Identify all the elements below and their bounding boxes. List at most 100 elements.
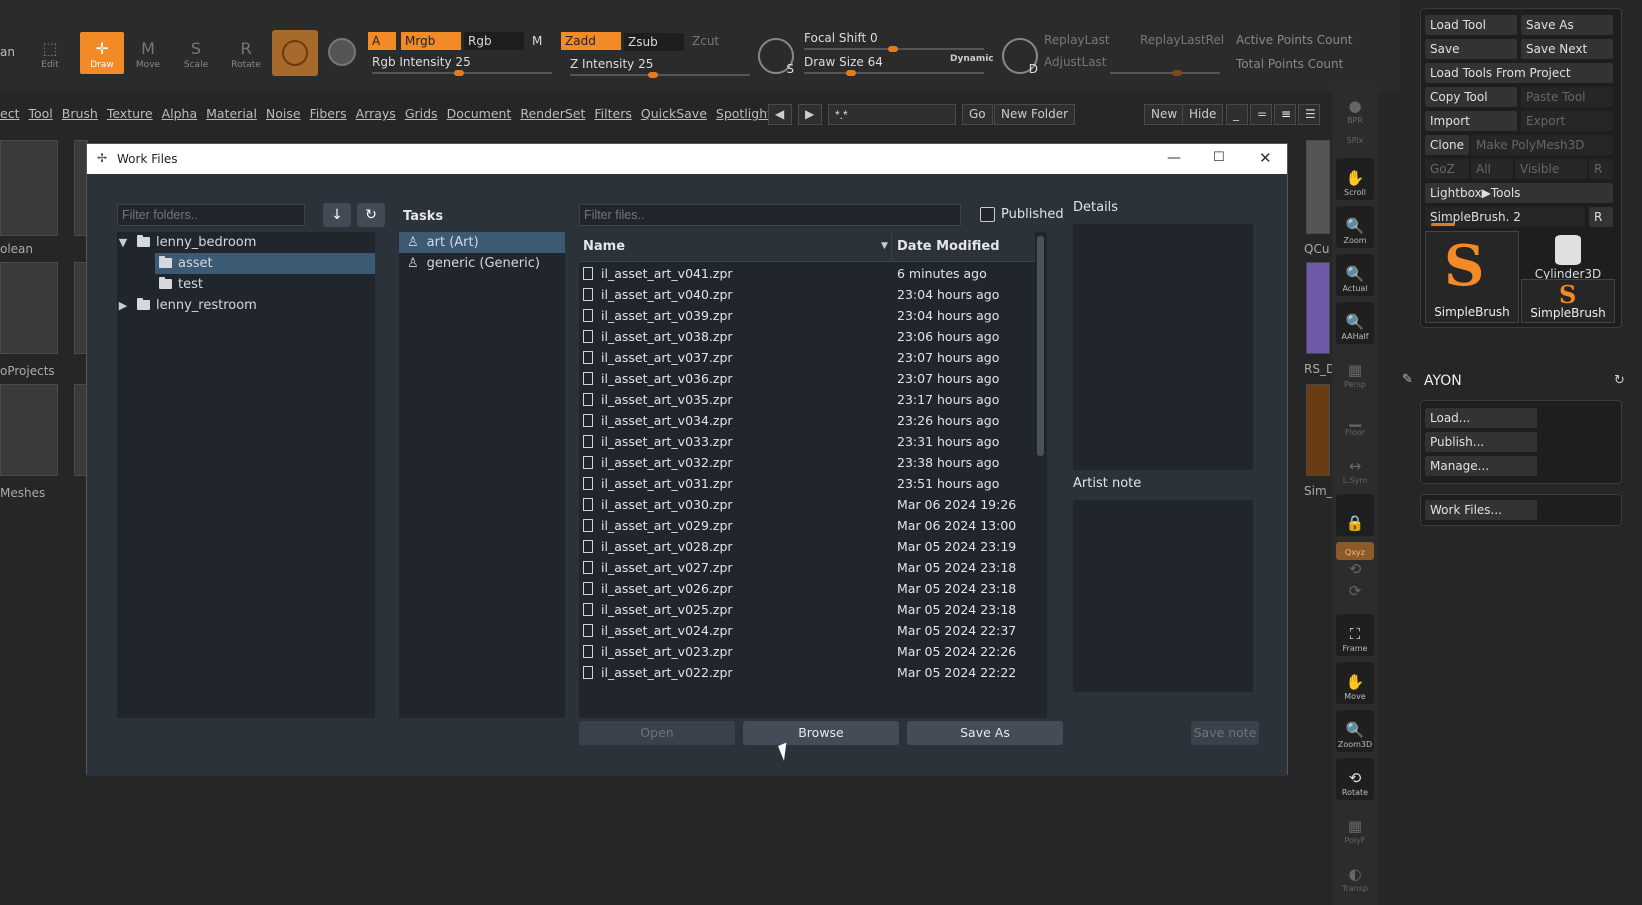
file-row[interactable]: il_asset_art_v037.zpr 23:07 hours ago xyxy=(579,347,1025,368)
tree-item-test[interactable]: test xyxy=(155,274,375,295)
move-button[interactable]: M Move xyxy=(126,32,170,74)
copy-tool-button[interactable]: Copy Tool xyxy=(1425,87,1517,107)
import-button[interactable]: Import xyxy=(1425,111,1517,131)
view-small-icon[interactable]: _ xyxy=(1226,104,1248,125)
tool-thumb-cylinder3d[interactable]: Cylinder3D xyxy=(1521,231,1615,281)
texture-swatch[interactable] xyxy=(328,38,356,66)
polyf-button[interactable]: ▦ PolyF xyxy=(1336,806,1374,848)
file-filter-input[interactable] xyxy=(579,204,961,226)
lightbox-new-button[interactable]: New xyxy=(1144,104,1185,125)
file-row[interactable]: il_asset_art_v027.zpr Mar 05 2024 23:18 xyxy=(579,557,1025,578)
zoom3d-button[interactable]: 🔍 Zoom3D xyxy=(1336,710,1374,752)
menu-item-document[interactable]: Document xyxy=(447,106,512,126)
goz-visible-button[interactable]: Visible xyxy=(1515,159,1587,179)
tool-r-button[interactable]: R xyxy=(1589,207,1613,227)
zcut-chip[interactable]: Zcut xyxy=(688,32,728,50)
column-name[interactable]: Name xyxy=(583,239,625,254)
maximize-icon[interactable]: ☐ xyxy=(1213,150,1225,165)
frame-button[interactable]: ⛶ Frame xyxy=(1336,614,1374,656)
file-row[interactable]: il_asset_art_v033.zpr 23:31 hours ago xyxy=(579,431,1025,452)
replay-last-button[interactable]: ReplayLast xyxy=(1044,33,1110,47)
menu-item-fibers[interactable]: Fibers xyxy=(310,106,347,126)
spix-slider[interactable]: SPix xyxy=(1336,128,1374,148)
menu-item-material[interactable]: Material xyxy=(206,106,257,126)
task-item-art[interactable]: ♙ art (Art) xyxy=(399,232,565,253)
menu-item-texture[interactable]: Texture xyxy=(107,106,153,126)
draw-button[interactable]: ✛ Draw xyxy=(80,32,124,74)
file-row[interactable]: il_asset_art_v025.zpr Mar 05 2024 23:18 xyxy=(579,599,1025,620)
tree-item-lenny-restroom[interactable]: ▶ lenny_restroom xyxy=(117,295,375,316)
view-list-icon[interactable]: ≡ xyxy=(1274,104,1296,125)
menu-item-alpha[interactable]: Alpha xyxy=(162,106,198,126)
clone-button[interactable]: Clone xyxy=(1425,135,1469,155)
lightbox-thumb-qcube[interactable] xyxy=(1306,140,1330,234)
minimize-icon[interactable]: — xyxy=(1167,150,1181,166)
menu-item-preferences[interactable]: ect xyxy=(0,106,19,126)
published-checkbox[interactable] xyxy=(980,207,995,222)
file-row[interactable]: il_asset_art_v039.zpr 23:04 hours ago xyxy=(579,305,1025,326)
menu-item-noise[interactable]: Noise xyxy=(266,106,301,126)
save-as-tool-button[interactable]: Save As xyxy=(1521,15,1613,35)
menu-item-quicksave[interactable]: QuickSave xyxy=(641,106,707,126)
lock-button[interactable]: 🔒 xyxy=(1336,494,1374,536)
goz-all-button[interactable]: All xyxy=(1471,159,1513,179)
load-tool-button[interactable]: Load Tool xyxy=(1425,15,1517,35)
lightbox-thumb-sim[interactable] xyxy=(1306,384,1330,476)
column-date-modified[interactable]: Date Modified xyxy=(897,239,1000,254)
menu-item-renderset[interactable]: RenderSet xyxy=(520,106,585,126)
tree-item-lenny-bedroom[interactable]: ▼ lenny_bedroom xyxy=(117,232,375,253)
dynamic-label[interactable]: Dynamic xyxy=(950,54,994,64)
goz-r-button[interactable]: R xyxy=(1589,159,1613,179)
rgb-chip[interactable]: Rgb xyxy=(464,32,524,50)
zoom-button[interactable]: 🔍 Zoom xyxy=(1336,206,1374,248)
file-row[interactable]: il_asset_art_v022.zpr Mar 05 2024 22:22 xyxy=(579,662,1025,683)
file-row[interactable]: il_asset_art_v040.zpr 23:04 hours ago xyxy=(579,284,1025,305)
ayon-refresh-icon[interactable]: ↻ xyxy=(1614,373,1625,388)
refresh-button[interactable]: ↻ xyxy=(357,203,385,227)
folder-filter-input[interactable] xyxy=(117,204,305,226)
rotate-y-icon[interactable]: ⟲ xyxy=(1336,560,1374,582)
tool-thumb-simplebrush[interactable]: S SimpleBrush xyxy=(1425,231,1519,323)
tree-item-asset[interactable]: asset xyxy=(155,253,375,274)
rotate-button[interactable]: R Rotate xyxy=(224,32,268,74)
material-swatch[interactable] xyxy=(272,30,318,76)
m-chip[interactable]: M xyxy=(528,32,548,50)
menu-item-arrays[interactable]: Arrays xyxy=(356,106,396,126)
menu-item-tool[interactable]: Tool xyxy=(28,106,52,126)
file-row[interactable]: il_asset_art_v041.zpr 6 minutes ago xyxy=(579,263,1025,284)
lightbox-thumb-rs[interactable] xyxy=(1306,262,1330,354)
scale-button[interactable]: S Scale xyxy=(174,32,218,74)
rotate-view-button[interactable]: ⟲ Rotate xyxy=(1336,758,1374,800)
stroke-s-icon[interactable]: S xyxy=(758,38,794,76)
file-row[interactable]: il_asset_art_v024.zpr Mar 05 2024 22:37 xyxy=(579,620,1025,641)
ayon-work-files-button[interactable]: Work Files... xyxy=(1425,500,1537,520)
lightbox-thumb-meshes[interactable] xyxy=(0,384,58,476)
artist-note-input[interactable] xyxy=(1073,500,1253,692)
lightbox-thumb-boolean[interactable] xyxy=(0,140,58,236)
file-row[interactable]: il_asset_art_v036.zpr 23:07 hours ago xyxy=(579,368,1025,389)
rotate-z-icon[interactable]: ⟳ xyxy=(1336,582,1374,604)
export-button[interactable]: Export xyxy=(1521,111,1613,131)
ayon-publish-button[interactable]: Publish... xyxy=(1425,432,1537,452)
rgb-intensity-slider[interactable] xyxy=(372,70,552,76)
menu-item-grids[interactable]: Grids xyxy=(405,106,438,126)
arrow-down-button[interactable]: ↓ xyxy=(323,203,351,227)
close-icon[interactable]: ✕ xyxy=(1259,149,1272,167)
bpr-button[interactable]: ● BPR xyxy=(1336,86,1374,128)
draw-size-slider[interactable] xyxy=(804,70,984,76)
open-button[interactable]: Open xyxy=(579,721,735,745)
file-row[interactable]: il_asset_art_v038.zpr 23:06 hours ago xyxy=(579,326,1025,347)
view-detail-icon[interactable]: ☰ xyxy=(1298,104,1320,125)
replay-last-rel-button[interactable]: ReplayLastRel xyxy=(1140,33,1224,47)
save-as-button[interactable]: Save As xyxy=(907,721,1063,745)
mrgb-chip[interactable]: Mrgb xyxy=(401,32,461,50)
lightbox-tools-button[interactable]: Lightbox▶Tools xyxy=(1425,183,1613,203)
save-note-button[interactable]: Save note xyxy=(1191,721,1259,745)
a-chip[interactable]: A xyxy=(368,32,396,50)
adjust-last-slider[interactable] xyxy=(1110,70,1220,76)
view-medium-icon[interactable]: = xyxy=(1250,104,1272,125)
transp-button[interactable]: ◐ Transp xyxy=(1336,854,1374,896)
load-tools-from-project-button[interactable]: Load Tools From Project xyxy=(1425,63,1613,83)
file-row[interactable]: il_asset_art_v035.zpr 23:17 hours ago xyxy=(579,389,1025,410)
lightbox-prev-button[interactable]: ◀ xyxy=(768,104,792,125)
